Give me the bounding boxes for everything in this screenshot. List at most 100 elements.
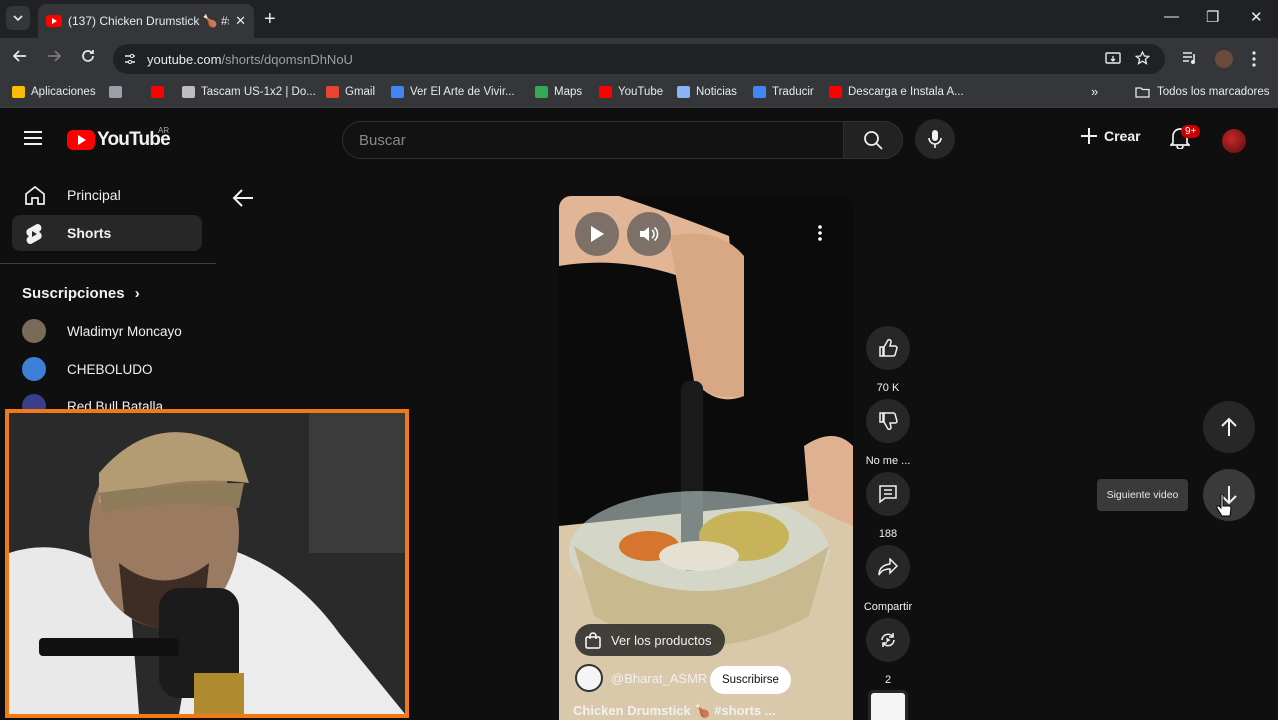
remix-count: 2	[884, 674, 892, 686]
view-products-button[interactable]: Ver los productos	[575, 624, 726, 656]
apps-grid-icon	[12, 86, 25, 98]
microphone-icon	[928, 130, 942, 148]
share-action[interactable]: Compartir	[864, 545, 912, 613]
play-button[interactable]	[575, 212, 619, 256]
channel-avatar	[22, 357, 46, 381]
bookmark-youtube[interactable]: YouTube	[599, 86, 663, 98]
gmail-icon	[326, 86, 339, 98]
browser-nav-bar: youtube.com/shorts/dqomsnDhNoU	[0, 38, 1278, 80]
create-button[interactable]: Crear	[1080, 127, 1141, 145]
search-icon	[864, 131, 883, 150]
webcam-feed-image	[9, 413, 405, 714]
tab-title: (137) Chicken Drumstick 🍗 #sl	[68, 14, 230, 28]
play-icon	[591, 226, 604, 242]
subscription-item[interactable]: CHEBOLUDO	[22, 357, 153, 381]
remix-button[interactable]	[866, 618, 910, 662]
search-button[interactable]	[843, 121, 903, 159]
youtube-favicon-icon	[46, 15, 62, 27]
bookmark-gmail[interactable]: Gmail	[326, 86, 375, 98]
previous-video-button[interactable]	[1203, 401, 1255, 453]
new-tab-button[interactable]: +	[264, 8, 276, 31]
notifications-badge: 9+	[1181, 125, 1201, 138]
remix-icon	[881, 633, 895, 647]
url-host: youtube.com	[147, 51, 222, 67]
arrow-up-icon	[1221, 417, 1237, 436]
profile-avatar[interactable]	[1215, 50, 1233, 68]
bookmark-noticias[interactable]: Noticias	[677, 86, 737, 98]
bookmark-arte-de-vivir[interactable]: Ver El Arte de Vivir...	[391, 86, 515, 98]
like-count: 70 K	[876, 382, 900, 394]
comments-button[interactable]	[866, 472, 910, 516]
youtube-icon	[829, 86, 842, 98]
dislike-action[interactable]: No me ...	[865, 399, 911, 467]
bookmarks-overflow[interactable]: »	[1091, 84, 1098, 99]
bookmark-grid[interactable]	[109, 86, 128, 98]
sidebar-item-shorts[interactable]: Shorts	[12, 215, 202, 251]
bookmark-descarga[interactable]: Descarga e Instala A...	[829, 86, 964, 98]
bookmark-youtube-icon[interactable]	[151, 86, 170, 98]
volume-button[interactable]	[627, 212, 671, 256]
url-path: /shorts/dqomsnDhNoU	[221, 51, 353, 67]
subscribe-button[interactable]: Suscribirse	[710, 666, 791, 694]
channel-avatar	[22, 319, 46, 343]
back-arrow-icon[interactable]	[232, 188, 254, 208]
site-info-icon[interactable]	[123, 52, 137, 66]
share-button[interactable]	[866, 545, 910, 589]
channel-name[interactable]: @Bharat_ASMR	[611, 671, 707, 686]
forward-arrow-icon[interactable]	[46, 48, 62, 64]
hamburger-menu-icon[interactable]	[24, 131, 42, 145]
minimize-button[interactable]: —	[1164, 8, 1179, 25]
shopping-bag-icon	[585, 631, 601, 649]
reload-icon[interactable]	[80, 48, 96, 64]
sound-thumbnail[interactable]	[868, 690, 908, 720]
bookmark-tascam[interactable]: Tascam US-1x2 | Do...	[182, 86, 316, 98]
remix-action[interactable]: 2	[865, 618, 911, 686]
video-title[interactable]: Chicken Drumstick 🍗 #shorts ...	[573, 703, 776, 719]
comment-count: 188	[878, 528, 898, 540]
tab-search-dropdown[interactable]	[6, 6, 30, 30]
bookmarks-bar: Aplicaciones Tascam US-1x2 | Do... Gmail…	[0, 80, 1278, 108]
sidebar-divider	[0, 263, 216, 264]
close-window-button[interactable]: ✕	[1250, 8, 1263, 26]
youtube-icon	[151, 86, 164, 98]
channel-avatar[interactable]	[575, 664, 603, 692]
youtube-play-logo-icon	[67, 130, 95, 150]
search-input[interactable]: Buscar	[342, 121, 844, 159]
voice-search-button[interactable]	[915, 119, 955, 159]
address-bar[interactable]: youtube.com/shorts/dqomsnDhNoU	[113, 44, 1165, 74]
shorts-icon	[26, 223, 42, 245]
maximize-button[interactable]: ❐	[1206, 8, 1219, 26]
grid-icon	[109, 86, 122, 98]
thumbs-down-icon	[879, 412, 898, 431]
chevron-right-icon: ›	[134, 285, 140, 302]
media-controls-icon[interactable]	[1182, 51, 1198, 65]
like-action[interactable]: 70 K	[865, 326, 911, 394]
install-app-icon[interactable]	[1105, 52, 1121, 66]
bookmark-star-icon[interactable]	[1135, 51, 1150, 66]
comment-icon	[879, 485, 897, 504]
like-button[interactable]	[866, 326, 910, 370]
browser-menu-icon[interactable]	[1252, 51, 1256, 67]
tab-close-icon[interactable]: ✕	[235, 13, 246, 29]
dislike-button[interactable]	[866, 399, 910, 443]
subscription-item[interactable]: Wladimyr Moncayo	[22, 319, 182, 343]
bookmark-traducir[interactable]: Traducir	[753, 86, 814, 98]
news-icon	[677, 86, 690, 98]
all-bookmarks[interactable]: Todos los marcadores	[1135, 86, 1270, 98]
comments-action[interactable]: 188	[865, 472, 911, 540]
browser-tab-active[interactable]: (137) Chicken Drumstick 🍗 #sl ✕	[38, 4, 254, 38]
bookmark-maps[interactable]: Maps	[535, 86, 582, 98]
short-video-player[interactable]: Ver los productos @Bharat_ASMR Suscribir…	[559, 196, 853, 720]
logo-region: AR	[158, 126, 170, 135]
sidebar-item-principal[interactable]: Principal	[12, 177, 202, 213]
youtube-logo[interactable]: YouTube AR	[67, 126, 171, 151]
account-avatar[interactable]	[1222, 129, 1246, 153]
home-icon	[25, 185, 45, 205]
back-arrow-icon[interactable]	[12, 48, 28, 64]
more-options-icon[interactable]	[818, 225, 822, 241]
share-label: Compartir	[863, 601, 913, 613]
subscriptions-heading[interactable]: Suscripciones ›	[22, 285, 140, 302]
youtube-header: YouTube AR Buscar Crear 9+	[0, 112, 1278, 168]
bookmark-aplicaciones[interactable]: Aplicaciones	[12, 86, 96, 98]
volume-icon	[640, 226, 659, 242]
